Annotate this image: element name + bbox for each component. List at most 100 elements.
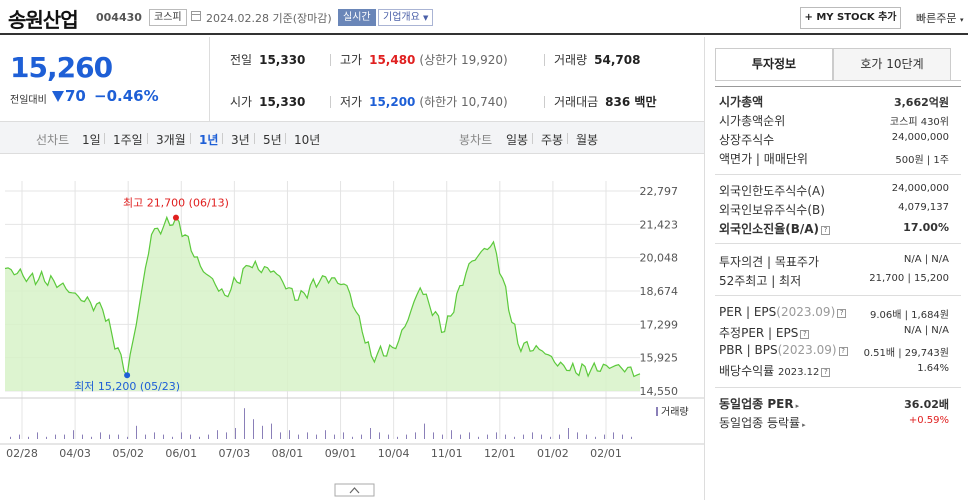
price-chart[interactable]: 22,797 21,423 20,048 18,674 17,299 15,925 14,5… (0, 154, 704, 500)
info-label: 동일업종 PER ▸ (719, 397, 800, 411)
x-tick-label: 02/28 (6, 447, 38, 460)
price-chart-svg[interactable]: 22,797 21,423 20,048 18,674 17,299 15,925 14,5… (0, 154, 704, 500)
volume-bar (100, 432, 101, 439)
volume-bar (577, 432, 578, 439)
volume-bar (289, 430, 290, 439)
chart-toolbar: 선차트 1일 1주일 3개월 1년 3년 5년 10년 봉차트 일봉 주봉 월봉 (0, 121, 704, 154)
realtime-badge[interactable]: 실시간 (338, 9, 376, 26)
add-my-stock-button[interactable]: + MY STOCK 추가 (800, 7, 901, 29)
volume-bar (262, 425, 263, 439)
info-row: 상장주식수 24,000,000 (719, 131, 949, 150)
divider (715, 86, 961, 87)
help-icon[interactable]: ? (837, 309, 847, 318)
stat-label: 시가 (230, 95, 253, 109)
volume-bar (298, 434, 299, 439)
chevron-right-icon[interactable]: ▸ (796, 402, 800, 410)
info-label: 시가총액 (719, 95, 764, 109)
x-tick-label: 08/01 (272, 447, 304, 460)
volume-bar (433, 432, 434, 439)
info-label: 시가총액순위 (719, 114, 786, 128)
volume-bar (451, 430, 452, 439)
stat-label: 전일 (230, 53, 253, 67)
divider (532, 133, 533, 144)
volume-bar (343, 432, 344, 439)
volume-bar (379, 432, 380, 439)
stat-value: 54,708 (594, 53, 641, 67)
volume-bar (37, 432, 38, 439)
volume-bar (118, 434, 119, 439)
volume-bar (487, 434, 488, 439)
info-row: 동일업종 PER ▸ 36.02배 (719, 395, 949, 414)
info-label: 동일업종 등락률 ▸ (719, 416, 806, 430)
help-icon[interactable]: ? (800, 330, 810, 339)
info-value: 21,700 | 15,200 (869, 273, 949, 284)
collapse-toggle-button[interactable] (334, 483, 375, 497)
divider (715, 295, 961, 296)
volume-bar (415, 432, 416, 439)
quick-order-button[interactable]: 빠른주문 ▾ (916, 10, 964, 26)
help-icon[interactable]: ? (821, 368, 831, 377)
volume-bar (460, 434, 461, 439)
info-label: 액면가 | 매매단위 (719, 152, 808, 166)
period-3y[interactable]: 3년 (231, 131, 250, 148)
divider (715, 80, 961, 81)
candle-weekly[interactable]: 주봉 (541, 131, 563, 148)
period-3m[interactable]: 3개월 (156, 131, 186, 148)
divider (285, 133, 286, 144)
candle-daily[interactable]: 일봉 (506, 131, 528, 148)
volume-bar (361, 434, 362, 439)
company-info-dropdown[interactable]: 기업개요 ▼ (378, 9, 434, 26)
tab-investment-info[interactable]: 투자정보 (715, 48, 833, 81)
volume-bar (406, 434, 407, 439)
tab-order-book[interactable]: 호가 10단계 (833, 48, 951, 81)
period-1d[interactable]: 1일 (82, 131, 101, 148)
period-1w[interactable]: 1주일 (113, 131, 143, 148)
info-label: PER | EPS(2023.09)? (719, 305, 847, 319)
volume-bar (325, 430, 326, 439)
stat-value: 15,330 (259, 53, 306, 67)
divider (544, 54, 545, 66)
info-row: 52주최고 | 최저 21,700 | 15,200 (719, 272, 949, 291)
chevron-right-icon[interactable]: ▸ (802, 421, 806, 429)
low-label: 최저 15,200 (05/23) (74, 380, 180, 393)
low-marker (124, 372, 131, 379)
period-1y[interactable]: 1년 (199, 131, 218, 148)
x-tick-label: 06/01 (165, 447, 197, 460)
divider (104, 133, 105, 144)
help-icon[interactable]: ? (838, 347, 848, 356)
help-icon[interactable]: ? (821, 226, 831, 235)
volume-bar (397, 436, 398, 439)
divider (254, 133, 255, 144)
x-tick-label: 11/01 (431, 447, 463, 460)
divider (190, 133, 191, 144)
info-label: 외국인소진율(B/A)? (719, 220, 831, 237)
volume-bar (190, 434, 191, 439)
y-tick-label: 18,674 (640, 285, 679, 298)
stat-label: 거래량 (554, 53, 588, 67)
info-row: PBR | BPS(2023.09)? 0.51배 | 29,743원 (719, 343, 949, 362)
info-value: +0.59% (908, 415, 949, 426)
volume-bar (334, 434, 335, 439)
x-tick-label: 02/01 (590, 447, 622, 460)
info-label: 상장주식수 (719, 133, 775, 147)
stat-open: 시가 15,330 (230, 93, 305, 110)
volume-bar (631, 436, 632, 439)
info-row: 외국인한도주식수(A) 24,000,000 (719, 182, 949, 201)
volume-bar (559, 434, 560, 439)
volume-bar (388, 434, 389, 439)
divider (544, 96, 545, 108)
info-row: 외국인보유주식수(B) 4,079,137 (719, 201, 949, 220)
volume-bar (109, 434, 110, 439)
stat-prev-close: 전일 15,330 (230, 51, 305, 68)
info-label: 투자의견 | 목표주가 (719, 255, 819, 269)
info-value: 24,000,000 (891, 183, 949, 194)
volume-bar (496, 432, 497, 439)
volume-bar (127, 436, 128, 439)
period-10y[interactable]: 10년 (294, 131, 320, 148)
high-label: 최고 21,700 (06/13) (123, 197, 229, 210)
info-value: 4,079,137 (898, 202, 949, 213)
stat-high: 고가 15,480 (상한가 19,920) (340, 51, 508, 68)
candle-monthly[interactable]: 월봉 (576, 131, 598, 148)
period-5y[interactable]: 5년 (263, 131, 282, 148)
y-tick-label: 14,550 (640, 385, 679, 398)
